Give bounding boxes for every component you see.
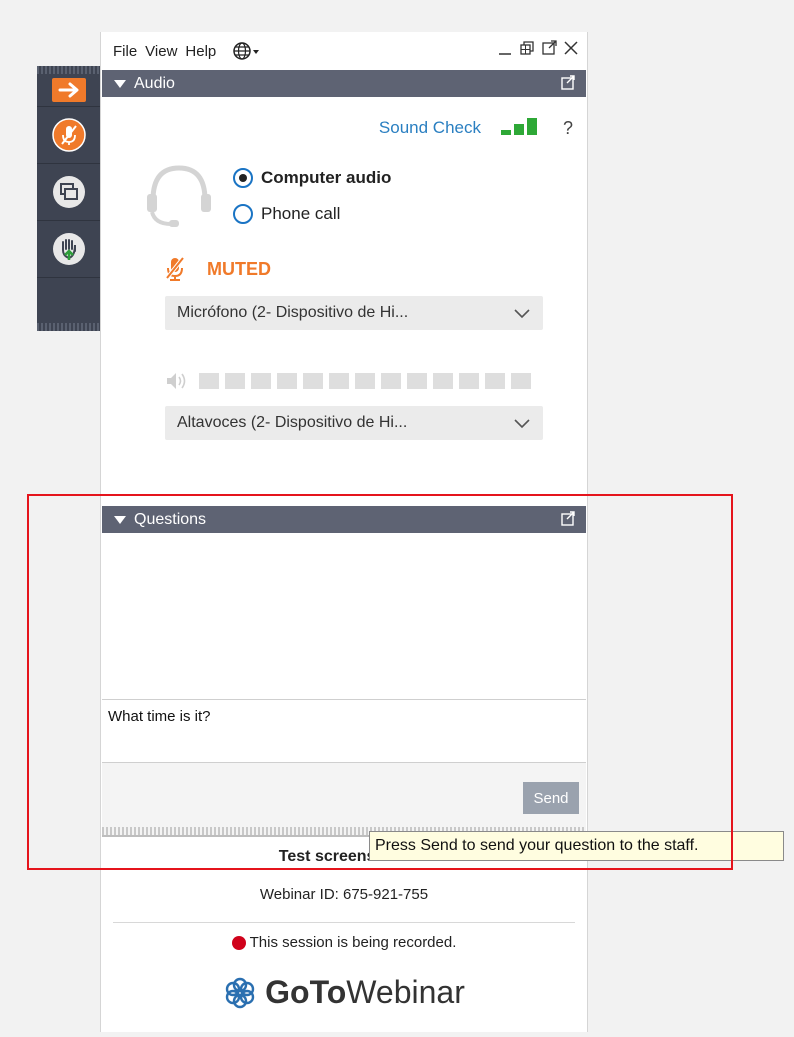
phone-call-radio[interactable]: Phone call xyxy=(233,204,340,224)
send-button[interactable]: Send xyxy=(523,782,579,814)
signal-bars-icon xyxy=(501,118,537,135)
computer-audio-label: Computer audio xyxy=(261,168,392,187)
radio-unselected-icon xyxy=(233,204,253,224)
chevron-down-icon xyxy=(514,309,530,319)
level-cell xyxy=(355,373,375,389)
level-cell xyxy=(303,373,323,389)
mute-toggle-button[interactable] xyxy=(37,107,100,164)
questions-section-header[interactable]: Questions xyxy=(102,506,586,533)
menu-bar: File View Help xyxy=(101,32,587,70)
questions-section-title: Questions xyxy=(134,510,207,528)
raise-hand-button[interactable] xyxy=(37,221,100,278)
undock-icon[interactable] xyxy=(560,75,576,91)
webinar-id: Webinar ID: 675-921-755 xyxy=(259,886,429,903)
sidebar-grip-bottom[interactable] xyxy=(37,323,100,331)
microphone-select[interactable]: Micrófono (2- Dispositivo de Hi... xyxy=(165,296,543,330)
level-cell xyxy=(459,373,479,389)
muted-label: MUTED xyxy=(207,258,271,279)
questions-log xyxy=(102,533,586,699)
level-cell xyxy=(381,373,401,389)
speaker-volume-icon xyxy=(167,373,186,389)
recording-text: This session is being recorded. xyxy=(249,934,457,951)
close-icon[interactable] xyxy=(563,39,579,57)
speaker-level-meter xyxy=(165,370,537,392)
menu-help[interactable]: Help xyxy=(185,43,216,60)
phone-call-label: Phone call xyxy=(261,204,341,223)
muted-microphone-icon xyxy=(51,118,86,152)
sidebar-grip-top[interactable] xyxy=(37,66,100,74)
microphone-value: Micrófono (2- Dispositivo de Hi... xyxy=(177,304,409,321)
level-cell xyxy=(277,373,297,389)
logo-webinar-text: Webinar xyxy=(346,974,465,1010)
level-cell xyxy=(433,373,453,389)
language-menu[interactable] xyxy=(232,41,262,61)
radio-selected-icon xyxy=(233,168,253,188)
muted-microphone-icon xyxy=(165,256,185,281)
screen-viewer-button[interactable] xyxy=(37,164,100,221)
logo-goto-text: GoTo xyxy=(265,974,347,1010)
mute-status: MUTED xyxy=(165,256,271,282)
level-cell xyxy=(251,373,271,389)
send-tooltip: Press Send to send your question to the … xyxy=(369,831,784,861)
raise-hand-icon xyxy=(52,233,85,265)
divider xyxy=(113,922,575,923)
globe-icon xyxy=(233,42,260,60)
restore-icon[interactable] xyxy=(519,39,535,57)
recording-dot-icon xyxy=(231,935,246,950)
minimize-icon[interactable] xyxy=(497,39,513,57)
control-panel: File View Help Audio Sound Check ? Compu… xyxy=(100,32,588,1032)
audio-section-title: Audio xyxy=(134,74,175,92)
window-controls xyxy=(497,39,579,57)
popout-icon[interactable] xyxy=(541,39,557,57)
level-cell xyxy=(407,373,427,389)
collapse-triangle-icon xyxy=(114,79,126,88)
menu-view[interactable]: View xyxy=(145,43,177,60)
gotowebinar-logo: GoTo Webinar xyxy=(101,974,587,1011)
flower-logo-icon xyxy=(225,977,255,1008)
menu-file[interactable]: File xyxy=(113,43,137,60)
chevron-down-icon xyxy=(514,419,530,429)
questions-footer xyxy=(102,763,586,827)
level-cell xyxy=(199,373,219,389)
headset-icon xyxy=(147,165,211,227)
windows-icon xyxy=(52,176,85,208)
question-input[interactable]: What time is it? xyxy=(102,699,586,763)
level-cell xyxy=(485,373,505,389)
level-cell xyxy=(225,373,245,389)
arrow-right-icon xyxy=(51,78,86,102)
level-cell xyxy=(511,373,531,389)
undock-icon[interactable] xyxy=(560,511,576,527)
sound-check-link[interactable]: Sound Check xyxy=(379,118,481,138)
level-cell xyxy=(329,373,349,389)
audio-section-header[interactable]: Audio xyxy=(102,70,586,97)
collapse-panel-button[interactable] xyxy=(37,74,100,107)
speaker-select[interactable]: Altavoces (2- Dispositivo de Hi... xyxy=(165,406,543,440)
speaker-value: Altavoces (2- Dispositivo de Hi... xyxy=(177,414,408,431)
recording-notice: This session is being recorded. xyxy=(101,934,587,951)
control-sidebar xyxy=(37,66,100,331)
audio-help-button[interactable]: ? xyxy=(563,118,573,139)
collapse-triangle-icon xyxy=(114,515,126,524)
computer-audio-radio[interactable]: Computer audio xyxy=(233,168,391,188)
